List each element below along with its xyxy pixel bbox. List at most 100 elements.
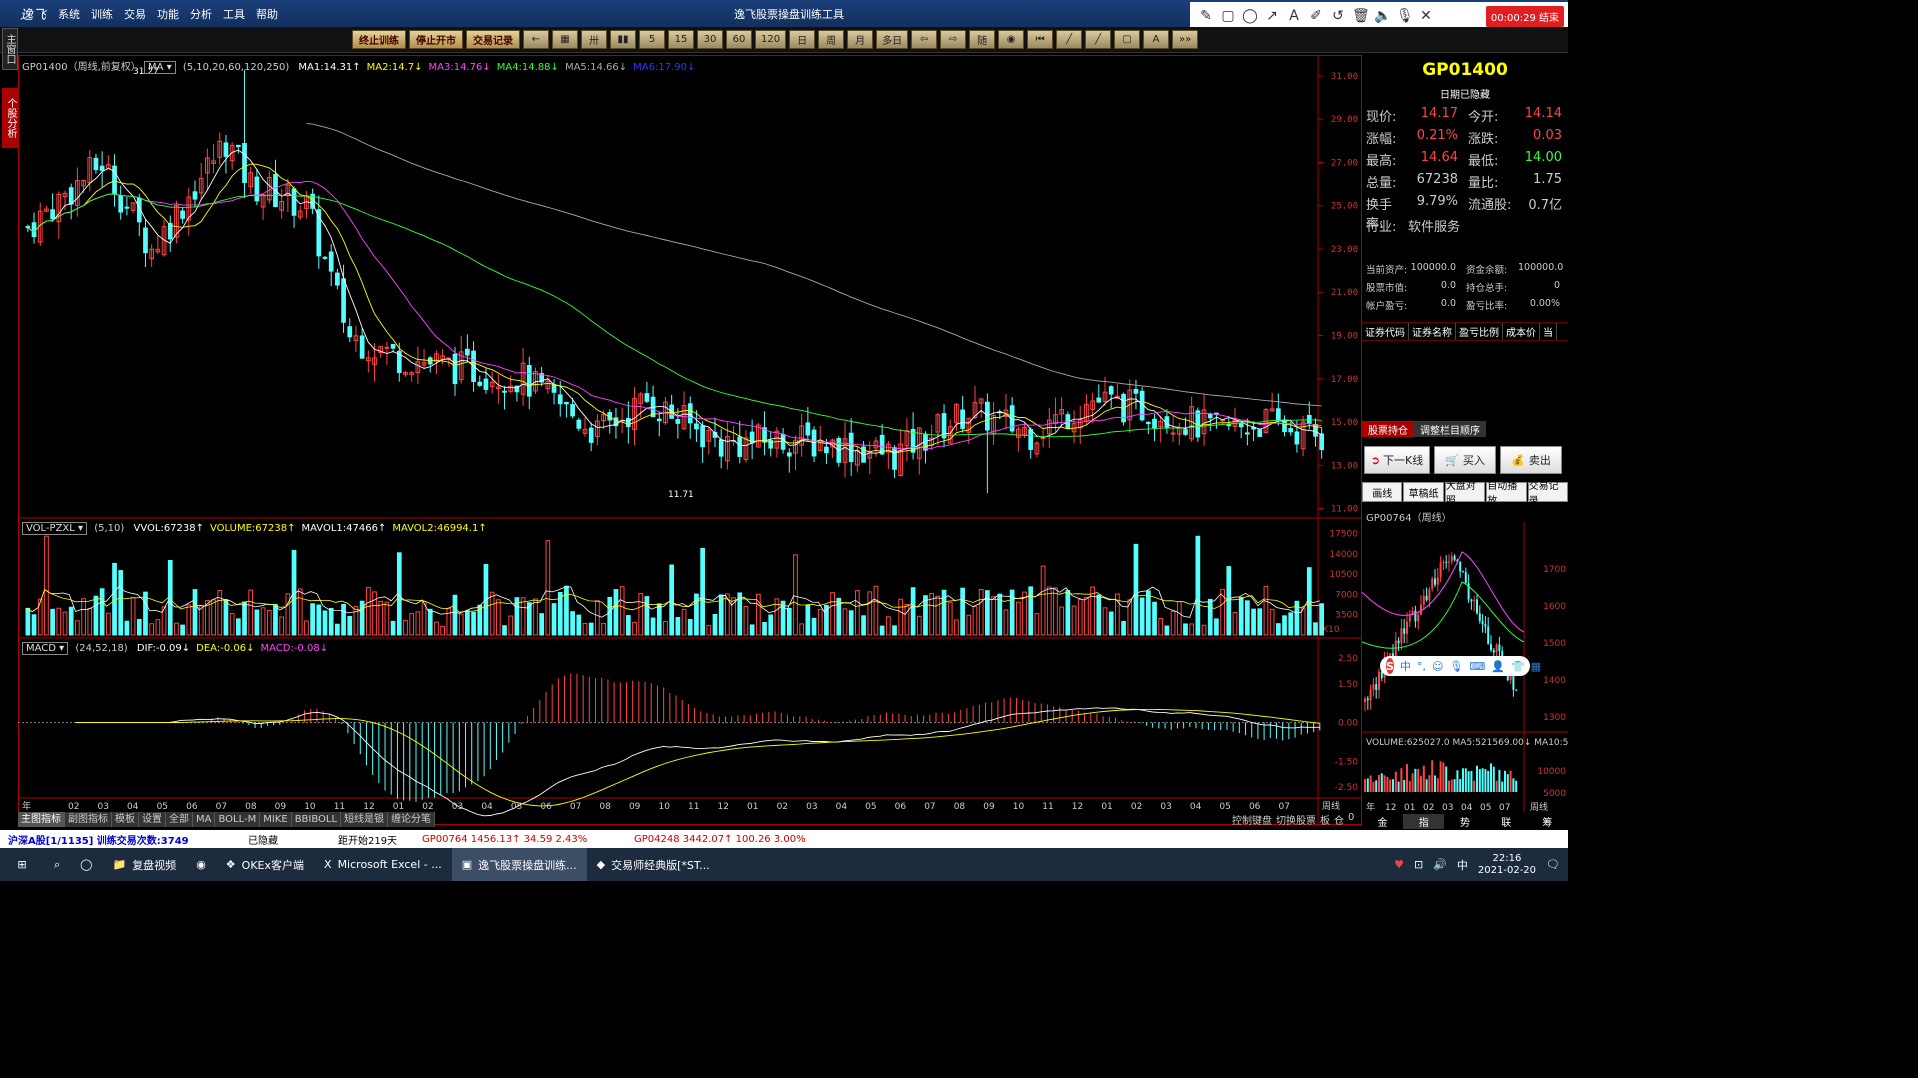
position-column-header[interactable]: 当: [1540, 323, 1557, 340]
indicator-tab[interactable]: 模板: [112, 812, 139, 827]
menu-item[interactable]: 功能: [157, 6, 179, 22]
buy-button[interactable]: 🛒 买入: [1434, 446, 1496, 474]
recording-stop-button[interactable]: 00:00:29 结束: [1485, 5, 1564, 27]
indicator-tab[interactable]: 主图指标: [18, 812, 65, 827]
speaker-icon[interactable]: 🔈: [1374, 8, 1391, 24]
tool-button[interactable]: 交易记录: [1527, 481, 1568, 507]
toolbar-button[interactable]: ⏮: [1027, 30, 1054, 49]
bottom-right-tab[interactable]: 0: [1348, 812, 1354, 827]
mini-tab[interactable]: 联: [1485, 814, 1527, 829]
indicator-tab[interactable]: MA: [193, 812, 216, 827]
toolbar-button[interactable]: ◉: [998, 30, 1025, 49]
highlighter-icon[interactable]: ✐: [1308, 8, 1324, 24]
toolbar-button[interactable]: ⇦: [911, 30, 938, 49]
taskbar-app[interactable]: X Microsoft Excel - ...: [314, 848, 452, 881]
network-icon[interactable]: ⊡: [1414, 858, 1423, 871]
taskbar-app[interactable]: ◆ 交易师经典版[*ST...: [587, 848, 720, 881]
toolbar-button[interactable]: 15: [668, 30, 694, 49]
toolbar-primary-button[interactable]: 交易记录: [466, 30, 520, 49]
indicator-tab[interactable]: 缠论分笔: [388, 812, 436, 827]
sidebar-tab-stock-analysis[interactable]: 个股分析: [2, 88, 18, 148]
bottom-right-tab[interactable]: 板: [1320, 812, 1330, 827]
toolbar-button[interactable]: »»: [1172, 30, 1199, 49]
menu-item[interactable]: 系统: [58, 6, 80, 22]
chinese-mode-icon[interactable]: 中: [1400, 658, 1411, 674]
pen-icon[interactable]: ✎: [1198, 8, 1214, 24]
skin-icon[interactable]: 👕: [1511, 660, 1525, 673]
punctuation-icon[interactable]: °,: [1417, 660, 1426, 673]
position-column-header[interactable]: 成本价: [1503, 323, 1540, 340]
menu-item[interactable]: 工具: [223, 6, 245, 22]
position-column-header[interactable]: 证券名称: [1409, 323, 1456, 340]
position-column-header[interactable]: 盈亏比例: [1456, 323, 1503, 340]
mini-tab[interactable]: 金: [1362, 814, 1404, 829]
toolbar-button[interactable]: 5: [639, 30, 665, 49]
positions-tab[interactable]: 股票持仓: [1362, 421, 1414, 437]
heart-icon[interactable]: ♥: [1394, 858, 1404, 871]
toolbar-button[interactable]: ←: [523, 30, 549, 49]
toolbar-button[interactable]: ▢: [1114, 30, 1141, 49]
tool-button[interactable]: 大盘对照: [1444, 481, 1486, 507]
toolbar-button[interactable]: ╱: [1085, 30, 1112, 49]
volume-icon[interactable]: 🔊: [1433, 858, 1447, 871]
ime-toolbar[interactable]: S 中 °, ☺ 🎙 ⌨ 👤 👕 ▦: [1380, 656, 1541, 676]
clock[interactable]: 22:16 2021-02-20: [1478, 853, 1536, 877]
taskbar-app[interactable]: ▣ 逸飞股票操盘训练...: [451, 848, 587, 881]
position-column-header[interactable]: 证券代码: [1362, 323, 1409, 340]
close-icon[interactable]: ✕: [1418, 8, 1434, 24]
emoji-icon[interactable]: ☺: [1432, 660, 1443, 673]
mini-period-selector[interactable]: 周线: [1530, 801, 1548, 812]
rectangle-icon[interactable]: ▢: [1220, 8, 1236, 24]
toolbar-button[interactable]: ▮▮: [610, 30, 636, 49]
next-kline-button[interactable]: ➲ 下一K线: [1364, 446, 1430, 474]
indicator-tab[interactable]: BOLL-M: [215, 812, 261, 827]
indicator-tab[interactable]: 全部: [166, 812, 193, 827]
circle-icon[interactable]: ◯: [1242, 8, 1258, 24]
sidebar-tab-main[interactable]: 主窗口: [2, 28, 18, 70]
tool-button[interactable]: 草稿纸: [1403, 482, 1444, 502]
indicator-tab[interactable]: MIKE: [260, 812, 292, 827]
voice-icon[interactable]: 🎙: [1449, 660, 1463, 673]
toolbar-button[interactable]: ▦: [552, 30, 578, 49]
mini-tab[interactable]: 指: [1403, 814, 1445, 829]
menu-item[interactable]: 帮助: [256, 6, 278, 22]
keyboard-icon[interactable]: ⌨: [1469, 660, 1485, 673]
indicator-tab[interactable]: BBIBOLL: [291, 812, 342, 827]
macd-selector[interactable]: MACD ▾: [22, 642, 69, 655]
text-icon[interactable]: A: [1286, 8, 1302, 24]
start-icon[interactable]: ⊞: [0, 848, 44, 881]
ma-selector[interactable]: MA ▾: [143, 61, 176, 74]
grid-icon[interactable]: ▦: [1531, 660, 1541, 673]
sell-button[interactable]: 💰 卖出: [1500, 446, 1562, 474]
search-icon[interactable]: ⌕: [44, 848, 70, 881]
vol-selector[interactable]: VOL-PZXL ▾: [22, 522, 88, 535]
undo-icon[interactable]: ↺: [1330, 8, 1346, 24]
trash-icon[interactable]: 🗑: [1352, 8, 1370, 24]
toolbar-button[interactable]: ⇨: [940, 30, 967, 49]
tool-button[interactable]: 自动播放: [1486, 481, 1527, 507]
toolbar-button[interactable]: 60: [726, 30, 752, 49]
menu-item[interactable]: 分析: [190, 6, 212, 22]
tool-button[interactable]: 画线: [1362, 482, 1403, 502]
period-selector[interactable]: 周线: [1322, 800, 1340, 812]
notification-icon[interactable]: 🗨: [1546, 858, 1560, 871]
toolbar-primary-button[interactable]: 终止训练: [352, 30, 406, 49]
cortana-icon[interactable]: ◯: [70, 848, 102, 881]
user-icon[interactable]: 👤: [1491, 660, 1505, 673]
bottom-right-tab[interactable]: 切换股票: [1276, 812, 1316, 827]
bottom-right-tab[interactable]: 控制键盘: [1232, 812, 1272, 827]
toolbar-primary-button[interactable]: 停止开市: [409, 30, 463, 49]
mic-icon[interactable]: 🎙: [1396, 8, 1414, 24]
toolbar-button[interactable]: ╱: [1056, 30, 1083, 49]
mini-tab[interactable]: 筹: [1526, 814, 1568, 829]
kline-chart-svg[interactable]: 31.00 29.00 27.00 25.00 23.00 21.00 19.00 17.00…: [18, 55, 1362, 825]
indicator-tab[interactable]: 副图指标: [65, 812, 112, 827]
toolbar-button[interactable]: 日: [789, 30, 816, 49]
menu-item[interactable]: 训练: [91, 6, 113, 22]
toolbar-button[interactable]: 周: [818, 30, 845, 49]
taskbar-app[interactable]: 📁 复盘视频: [102, 848, 186, 881]
taskbar-app[interactable]: ❖ OKEx客户端: [216, 848, 314, 881]
indicator-tab[interactable]: 短线是银: [341, 812, 389, 827]
sogou-icon[interactable]: S: [1386, 658, 1394, 674]
bottom-right-tab[interactable]: 仓: [1334, 812, 1344, 827]
